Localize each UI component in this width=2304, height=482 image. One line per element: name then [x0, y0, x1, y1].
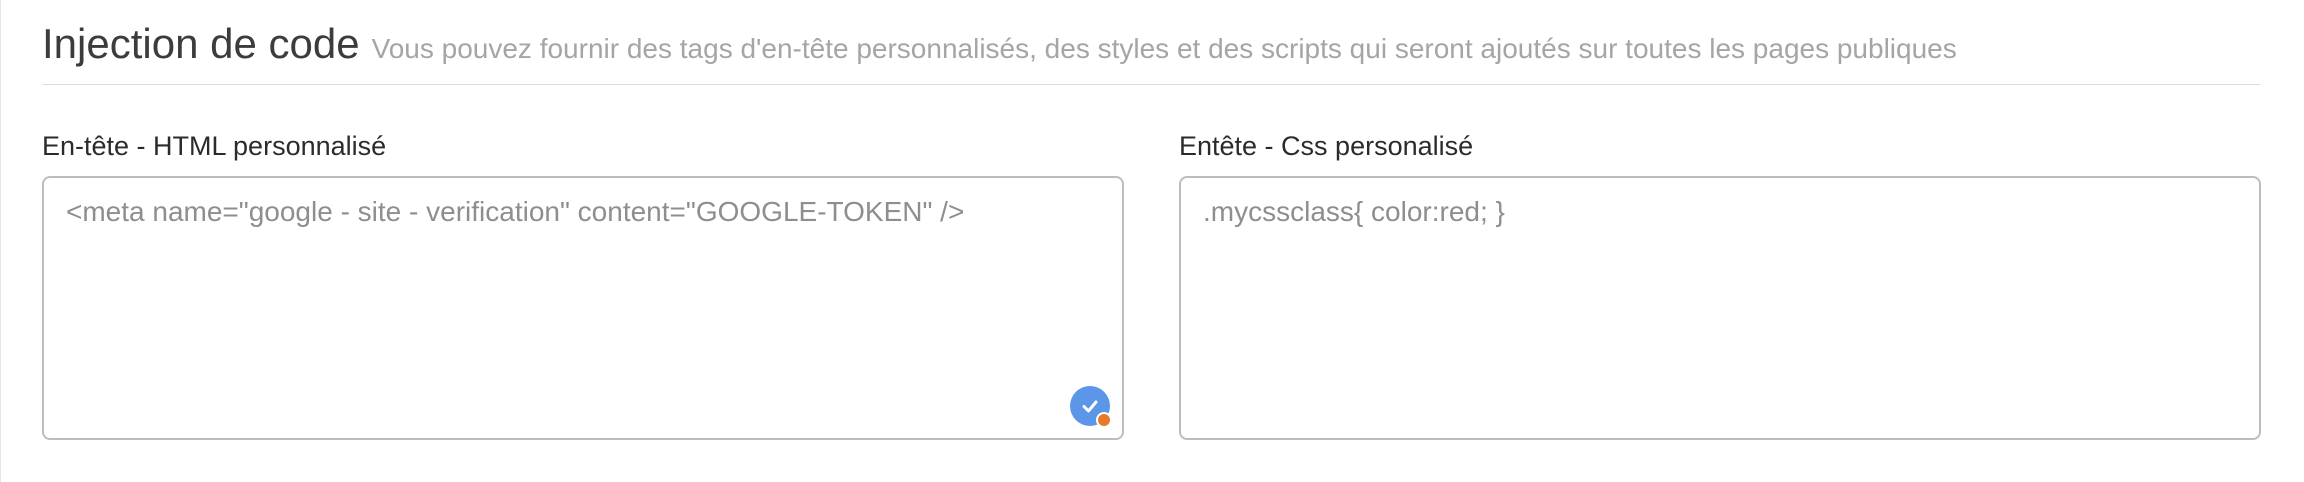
html-header-field-wrapper — [42, 176, 1124, 440]
css-header-label: Entête - Css personalisé — [1179, 131, 1474, 161]
css-header-textarea[interactable] — [1181, 178, 2259, 438]
html-header-textarea[interactable] — [44, 178, 1122, 438]
check-circle-icon[interactable] — [1070, 386, 1112, 428]
section-subtitle: Vous pouvez fournir des tags d'en-tête p… — [371, 33, 1957, 64]
status-dot-icon — [1096, 412, 1112, 428]
section-header: Injection de code Vous pouvez fournir de… — [42, 14, 2260, 85]
section-title: Injection de code — [42, 20, 360, 67]
code-injection-panel: Injection de code Vous pouvez fournir de… — [0, 0, 2304, 482]
css-header-field-wrapper — [1179, 176, 2261, 440]
html-header-label: En-tête - HTML personnalisé — [42, 131, 387, 161]
